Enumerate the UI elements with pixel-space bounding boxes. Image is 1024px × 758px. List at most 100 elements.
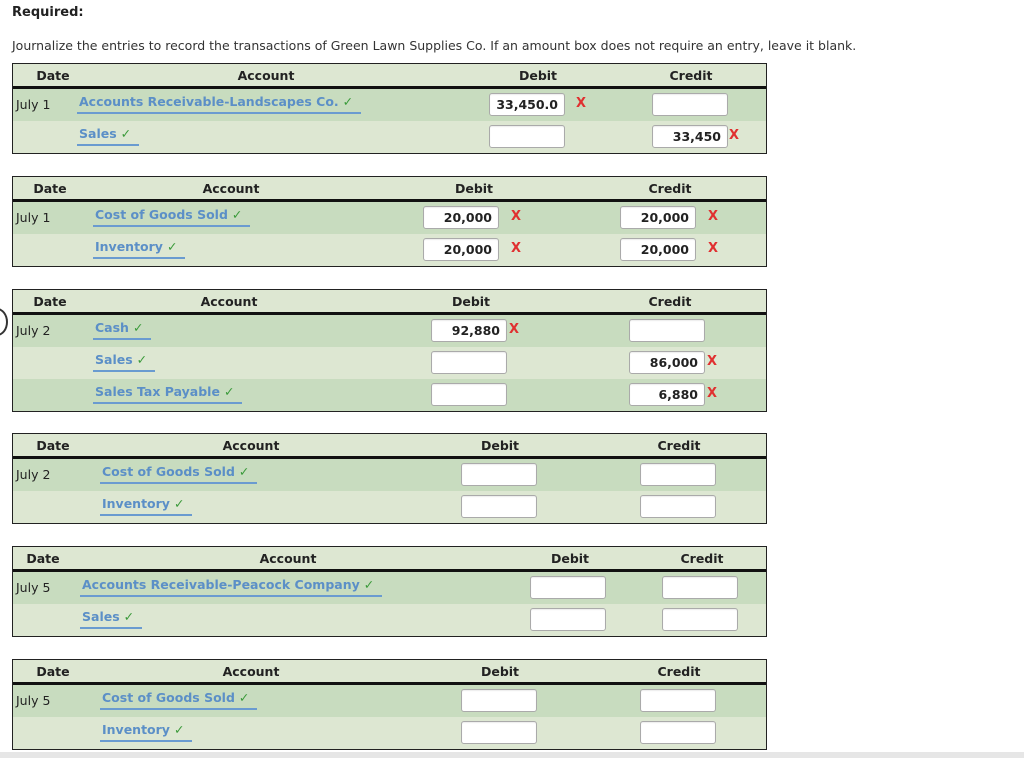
account-select[interactable]: Accounts Receivable-Landscapes Co. ✓ [77,94,362,114]
table-row: Inventory ✓ [13,717,766,749]
table-row: July 1 Cost of Goods Sold ✓ 20,000 X 20,000 X [13,202,766,234]
journal-entry-table: Date Account Debit Credit July 1 Accounts Rec… [12,63,767,154]
required-label: Required: [12,5,84,20]
header-date: Date [36,438,70,453]
debit-amount-input[interactable] [489,125,565,148]
header-date: Date [36,68,70,83]
credit-amount-input[interactable] [640,495,716,518]
check-icon: ✓ [238,690,250,705]
account-select[interactable]: Cost of Goods Sold ✓ [100,464,258,484]
header-credit: Credit [648,294,692,309]
account-name: Inventory [102,722,170,737]
header-credit: Credit [648,181,692,196]
account-name: Sales [95,352,133,367]
table-row: Inventory ✓ 20,000 X 20,000 X [13,234,766,266]
header-debit: Debit [480,438,520,453]
credit-amount-input[interactable] [629,319,705,342]
header-account: Account [200,294,258,309]
credit-amount-input[interactable] [640,689,716,712]
entry-date: July 5 [16,580,51,595]
account-select[interactable]: Cost of Goods Sold ✓ [93,207,251,227]
journal-entry-table: Date Account Debit Credit July 2 Cost of Good… [12,433,767,524]
account-select[interactable]: Inventory ✓ [100,722,193,742]
account-name: Accounts Receivable-Landscapes Co. [79,94,339,109]
table-row: Sales ✓ [13,604,766,636]
header-account: Account [237,68,295,83]
account-select[interactable]: Sales ✓ [93,352,156,372]
table-row: Sales Tax Payable ✓ 6,880 X [13,379,766,411]
debit-amount-input[interactable] [461,721,537,744]
header-credit: Credit [669,68,713,83]
header-date: Date [36,664,70,679]
account-select[interactable]: Inventory ✓ [93,239,186,259]
header-account: Account [202,181,260,196]
credit-amount-input[interactable]: 20,000 [620,238,696,261]
header-credit: Credit [657,438,701,453]
check-icon: ✓ [173,496,185,511]
account-select[interactable]: Cost of Goods Sold ✓ [100,690,258,710]
check-icon: ✓ [223,384,235,399]
credit-amount-input[interactable] [640,721,716,744]
header-debit: Debit [451,294,491,309]
check-icon: ✓ [231,207,243,222]
bottom-scrollbar[interactable] [0,752,1024,758]
debit-amount-input[interactable] [530,576,606,599]
debit-amount-input[interactable]: 20,000 [423,238,499,261]
header-debit: Debit [518,68,558,83]
credit-amount-input[interactable]: 86,000 [629,351,705,374]
debit-amount-input[interactable] [461,689,537,712]
account-name: Inventory [102,496,170,511]
debit-amount-input[interactable]: 92,880 [431,319,507,342]
debit-amount-input[interactable] [431,351,507,374]
credit-amount-input[interactable] [662,576,738,599]
table-row: Sales ✓ 33,450 X [13,121,766,153]
account-select[interactable]: Sales Tax Payable ✓ [93,384,243,404]
credit-amount-input[interactable]: 6,880 [629,383,705,406]
account-name: Accounts Receivable-Peacock Company [82,577,360,592]
debit-amount-input[interactable] [431,383,507,406]
table-header: Date Account Debit Credit [13,64,766,89]
debit-amount-input[interactable] [530,608,606,631]
incorrect-x-icon: X [708,209,719,224]
check-icon: ✓ [136,352,148,367]
account-select[interactable]: Accounts Receivable-Peacock Company ✓ [80,577,383,597]
table-row: July 2 Cost of Goods Sold ✓ [13,459,766,491]
header-date: Date [33,181,67,196]
account-name: Cost of Goods Sold [102,690,235,705]
credit-amount-input[interactable] [662,608,738,631]
debit-amount-input[interactable] [461,495,537,518]
credit-amount-input[interactable] [652,93,728,116]
account-select[interactable]: Inventory ✓ [100,496,193,516]
entry-date: July 1 [16,210,51,225]
credit-amount-input[interactable]: 33,450 [652,125,728,148]
account-name: Cost of Goods Sold [102,464,235,479]
credit-amount-input[interactable] [640,463,716,486]
incorrect-x-icon: X [707,354,718,369]
credit-amount-input[interactable]: 20,000 [620,206,696,229]
header-debit: Debit [454,181,494,196]
check-icon: ✓ [123,609,135,624]
entry-date: July 2 [16,467,51,482]
account-select[interactable]: Cash ✓ [93,320,152,340]
incorrect-x-icon: X [729,128,740,143]
check-icon: ✓ [238,464,250,479]
table-row: July 2 Cash ✓ 92,880 X [13,315,766,347]
header-account: Account [222,664,280,679]
table-row: July 5 Cost of Goods Sold ✓ [13,685,766,717]
header-date: Date [33,294,67,309]
header-debit: Debit [480,664,520,679]
incorrect-x-icon: X [708,241,719,256]
check-icon: ✓ [342,94,354,109]
table-row: July 5 Accounts Receivable-Peacock Compan… [13,572,766,604]
debit-amount-input[interactable] [461,463,537,486]
journal-entry-table: Date Account Debit Credit July 2 Cash ✓ 92,880 X… [12,289,767,412]
account-select[interactable]: Sales ✓ [77,126,140,146]
debit-amount-input[interactable]: 33,450.0 [489,93,565,116]
table-header: Date Account Debit Credit [13,290,766,315]
account-select[interactable]: Sales ✓ [80,609,143,629]
incorrect-x-icon: X [511,241,522,256]
side-marker-icon [0,308,8,336]
check-icon: ✓ [132,320,144,335]
debit-amount-input[interactable]: 20,000 [423,206,499,229]
incorrect-x-icon: X [707,386,718,401]
